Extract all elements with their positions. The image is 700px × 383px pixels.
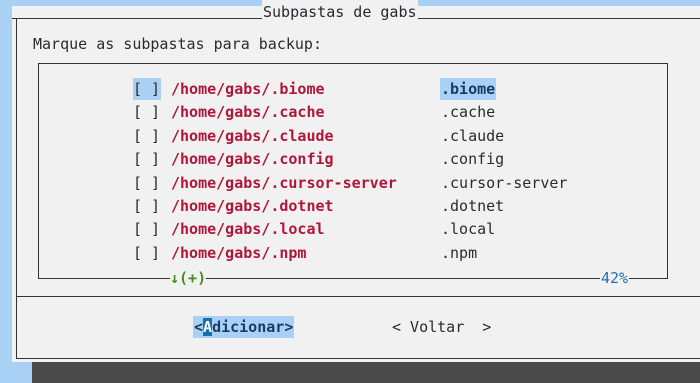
add-button-close: > xyxy=(284,318,294,336)
list-border-right xyxy=(667,63,668,279)
folder-path-prefix: /home/gabs/ xyxy=(171,103,271,122)
list-item[interactable]: [ ]/home/gabs/.npm .npm xyxy=(133,242,477,264)
dialog-title: Subpastas de gabs xyxy=(262,0,418,24)
list-item[interactable]: [ ]/home/gabs/.biome .biome xyxy=(133,78,497,100)
folder-path-name: .npm xyxy=(270,243,307,262)
folder-path: /home/gabs/.npm xyxy=(171,242,306,264)
terminal-background xyxy=(32,362,700,383)
folder-path-prefix: /home/gabs/ xyxy=(171,220,271,239)
folder-tag: .local xyxy=(441,220,496,239)
folder-path-name: .cache xyxy=(270,103,325,122)
folder-path-name: .biome xyxy=(270,80,325,98)
list-item[interactable]: [ ]/home/gabs/.dotnet .dotnet xyxy=(133,195,504,217)
folder-path-prefix: /home/gabs/ xyxy=(171,173,271,192)
folder-tag: .claude xyxy=(441,126,505,145)
list-border-top xyxy=(38,63,668,64)
add-button-open: < xyxy=(194,318,204,336)
checkbox[interactable]: [ ] xyxy=(133,101,161,123)
list-item[interactable]: [ ]/home/gabs/.cursor-server .cursor-serv… xyxy=(133,172,567,194)
folder-path: /home/gabs/.cursor-server xyxy=(171,172,397,194)
checkbox[interactable]: [ ] xyxy=(133,78,161,100)
folder-tag: .biome xyxy=(440,78,497,100)
checkbox[interactable]: [ ] xyxy=(133,195,161,217)
folder-path-prefix: /home/gabs/ xyxy=(171,197,271,215)
folder-path-prefix: /home/gabs/ xyxy=(171,126,271,145)
folder-tag: .cache xyxy=(441,103,496,122)
list-item[interactable]: [ ]/home/gabs/.config .config xyxy=(133,148,504,170)
add-button-label: dicionar xyxy=(212,318,285,336)
button-separator xyxy=(16,296,700,297)
folder-path-name: .local xyxy=(270,220,325,239)
folder-path-name: .config xyxy=(270,150,334,169)
folder-path-name: .claude xyxy=(270,126,334,145)
folder-path-prefix: /home/gabs/ xyxy=(171,80,271,98)
folder-path: /home/gabs/.cache xyxy=(171,101,325,123)
folder-path: /home/gabs/.local xyxy=(171,218,325,240)
list-item[interactable]: [ ]/home/gabs/.local .local xyxy=(133,218,495,240)
dialog-prompt: Marque as subpastas para backup: xyxy=(33,35,322,53)
folder-path-name: .dotnet xyxy=(270,197,334,215)
folder-path: /home/gabs/.biome xyxy=(171,78,325,100)
checkbox[interactable]: [ ] xyxy=(133,125,161,147)
folder-path: /home/gabs/.claude xyxy=(171,125,334,147)
add-button[interactable]: <Adicionar> xyxy=(193,316,295,338)
folder-path-prefix: /home/gabs/ xyxy=(171,150,271,169)
list-item[interactable]: [ ]/home/gabs/.cache .cache xyxy=(133,101,495,123)
checkbox[interactable]: [ ] xyxy=(133,218,161,240)
checkbox[interactable]: [ ] xyxy=(133,172,161,194)
list-border-left xyxy=(38,63,39,279)
folder-path: /home/gabs/.dotnet xyxy=(171,195,334,217)
dialog-border-bottom xyxy=(16,358,700,359)
folder-tag: .dotnet xyxy=(441,197,505,215)
folder-path-prefix: /home/gabs/ xyxy=(171,243,271,262)
list-border-bottom xyxy=(38,278,668,279)
checkbox[interactable]: [ ] xyxy=(133,242,161,264)
folder-path-name: .cursor-server xyxy=(270,173,397,192)
add-button-hotkey: A xyxy=(203,318,213,336)
folder-tag: .npm xyxy=(441,243,478,262)
dialog-border-left xyxy=(16,18,17,359)
folder-tag: .config xyxy=(441,150,505,169)
back-button[interactable]: < Voltar > xyxy=(392,316,491,338)
more-items-indicator: ↓(+) xyxy=(170,266,207,290)
list-item[interactable]: [ ]/home/gabs/.claude .claude xyxy=(133,125,504,147)
folder-tag: .cursor-server xyxy=(441,173,568,192)
folder-path: /home/gabs/.config xyxy=(171,148,334,170)
checkbox[interactable]: [ ] xyxy=(133,148,161,170)
scroll-percent: 42% xyxy=(600,266,630,290)
